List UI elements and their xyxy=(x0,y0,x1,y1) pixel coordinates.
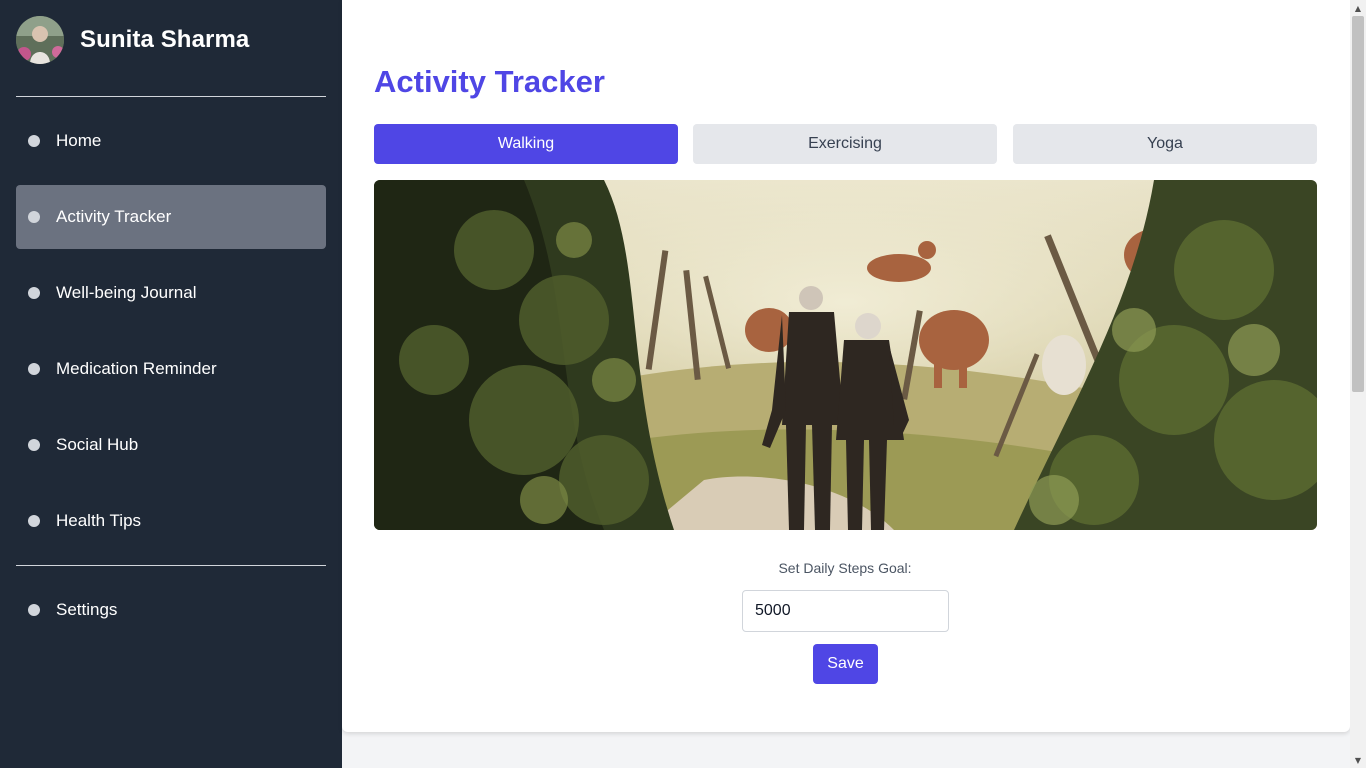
sidebar-item-label: Well-being Journal xyxy=(56,283,197,302)
bullet-icon xyxy=(28,515,40,527)
scroll-up-icon[interactable]: ▲ xyxy=(1350,0,1366,16)
steps-goal-label: Set Daily Steps Goal: xyxy=(778,560,912,576)
sidebar-divider xyxy=(16,565,326,566)
sidebar-item-social-hub[interactable]: Social Hub xyxy=(16,413,326,477)
main-content: Activity Tracker Walking Exercising Yoga xyxy=(342,0,1350,732)
sidebar-item-label: Medication Reminder xyxy=(56,359,217,378)
bullet-icon xyxy=(28,211,40,223)
sidebar-item-label: Settings xyxy=(56,600,118,619)
page-title: Activity Tracker xyxy=(374,64,605,99)
sidebar-item-health-tips[interactable]: Health Tips xyxy=(16,489,326,553)
scroll-down-icon[interactable]: ▼ xyxy=(1350,752,1366,768)
sidebar-item-activity-tracker[interactable]: Activity Tracker xyxy=(16,185,326,249)
tab-exercising[interactable]: Exercising xyxy=(693,124,997,164)
steps-goal-input[interactable] xyxy=(742,590,949,632)
bullet-icon xyxy=(28,135,40,147)
bullet-icon xyxy=(28,287,40,299)
tab-walking[interactable]: Walking xyxy=(374,124,678,164)
sidebar-divider xyxy=(16,96,326,97)
bullet-icon xyxy=(28,439,40,451)
bullet-icon xyxy=(28,604,40,616)
sidebar-item-label: Activity Tracker xyxy=(56,207,172,226)
sidebar-item-home[interactable]: Home xyxy=(16,109,326,173)
bullet-icon xyxy=(28,363,40,375)
sidebar: Sunita Sharma Home Activity Tracker Well… xyxy=(0,0,342,768)
avatar[interactable] xyxy=(16,16,64,64)
sidebar-item-settings[interactable]: Settings xyxy=(16,578,326,642)
tab-yoga[interactable]: Yoga xyxy=(1013,124,1317,164)
walking-hero-image xyxy=(374,180,1317,530)
scrollbar[interactable]: ▲ ▼ xyxy=(1350,0,1366,768)
sidebar-item-label: Home xyxy=(56,131,102,150)
scroll-thumb[interactable] xyxy=(1352,16,1364,392)
user-name: Sunita Sharma xyxy=(80,26,250,53)
sidebar-item-medication-reminder[interactable]: Medication Reminder xyxy=(16,337,326,401)
sidebar-item-label: Health Tips xyxy=(56,511,142,530)
user-profile: Sunita Sharma xyxy=(16,16,249,64)
save-button[interactable]: Save xyxy=(813,644,878,684)
sidebar-item-label: Social Hub xyxy=(56,435,139,454)
sidebar-item-well-being-journal[interactable]: Well-being Journal xyxy=(16,261,326,325)
